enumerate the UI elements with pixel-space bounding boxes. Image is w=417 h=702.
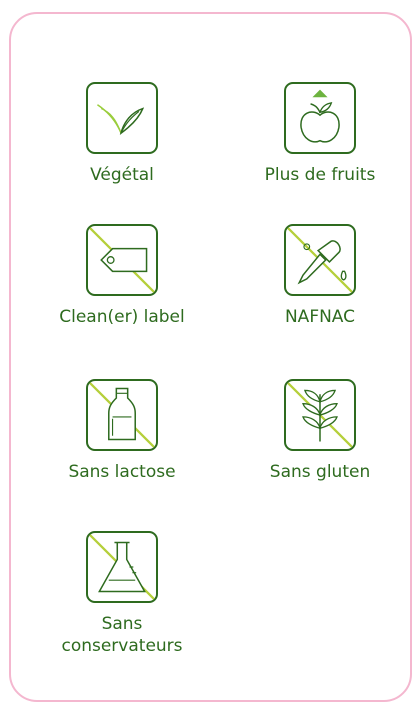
- feature-plus-de-fruits: Plus de fruits: [225, 82, 415, 186]
- dropper-no-icon: [284, 224, 356, 296]
- feature-label: NAFNAC: [284, 307, 356, 327]
- feature-vegetal: Végétal: [27, 82, 217, 186]
- feature-label: Plus de fruits: [264, 165, 376, 185]
- feature-label: Sans lactose: [68, 462, 176, 482]
- feature-nafnac: NAFNAC: [225, 224, 415, 328]
- feature-sans-conservateurs: Sans conservateurs: [27, 531, 217, 657]
- wheat-no-icon: [284, 379, 356, 451]
- feature-sans-gluten: Sans gluten: [225, 379, 415, 483]
- apple-arrow-up-icon: [284, 82, 356, 154]
- milk-bottle-no-icon: [86, 379, 158, 451]
- feature-label: Clean(er) label: [59, 307, 185, 327]
- feature-sans-lactose: Sans lactose: [27, 379, 217, 483]
- price-tag-icon: [86, 224, 158, 296]
- feature-label: Sans gluten: [269, 462, 371, 482]
- feature-clean-label: Clean(er) label: [27, 224, 217, 328]
- leaf-icon: [86, 82, 158, 154]
- flask-no-icon: [86, 531, 158, 603]
- feature-label: Végétal: [90, 165, 154, 185]
- feature-label: Sans conservateurs: [61, 614, 183, 656]
- features-card: Végétal Plus de fruits Clean(er) label N…: [9, 12, 412, 702]
